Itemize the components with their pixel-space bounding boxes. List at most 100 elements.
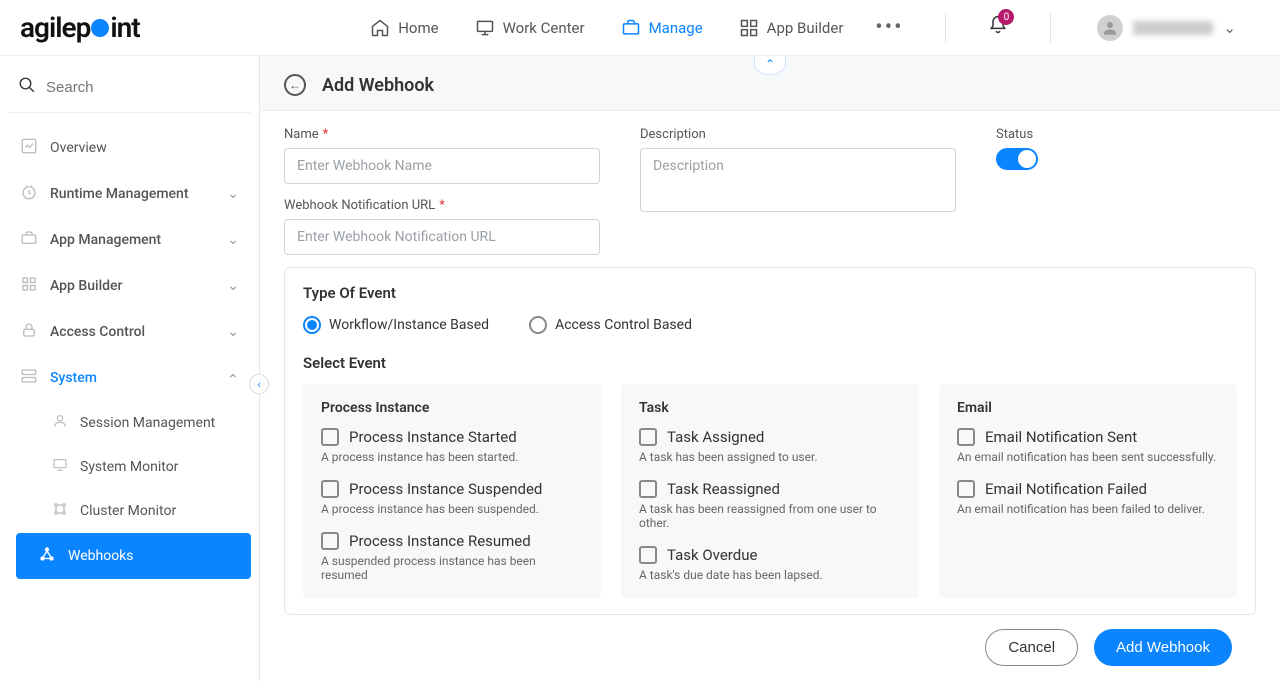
logo: agilepint	[20, 11, 140, 44]
sidebar-item-cluster[interactable]: Cluster Monitor	[40, 489, 251, 533]
radio-icon	[529, 316, 547, 334]
sidebar-search[interactable]	[8, 66, 251, 113]
event-desc: A process instance has been started.	[321, 450, 583, 464]
chevron-down-icon: ⌄	[227, 186, 239, 202]
back-button[interactable]: ←	[284, 74, 306, 96]
sidebar-item-app-management[interactable]: App Management ⌄	[8, 217, 251, 263]
grid-icon	[20, 275, 38, 297]
user-menu[interactable]: ⌄	[1093, 9, 1240, 47]
content-area: ⌃ ← Add Webhook Name* Webhook Notificati…	[260, 56, 1280, 681]
nav-app-builder[interactable]: App Builder	[735, 12, 848, 44]
nav-work-center[interactable]: Work Center	[471, 12, 589, 44]
cancel-button[interactable]: Cancel	[985, 629, 1078, 666]
event-item: Task Reassigned A task has been reassign…	[639, 480, 901, 530]
sidebar-item-overview[interactable]: Overview	[8, 125, 251, 171]
nav-label: Work Center	[503, 19, 585, 37]
chevron-down-icon: ⌄	[227, 278, 239, 294]
status-toggle[interactable]	[996, 148, 1038, 170]
name-input[interactable]	[284, 148, 600, 184]
description-input[interactable]	[640, 148, 956, 212]
checkbox[interactable]	[321, 428, 339, 446]
sidebar-label: Cluster Monitor	[80, 503, 176, 519]
arrow-left-icon: ←	[289, 78, 301, 92]
checkbox[interactable]	[639, 480, 657, 498]
event-desc: A process instance has been suspended.	[321, 502, 583, 516]
server-icon	[20, 367, 38, 389]
briefcase-icon	[621, 18, 641, 38]
event-item: Email Notification Sent An email notific…	[957, 428, 1219, 464]
event-desc: A task has been assigned to user.	[639, 450, 901, 464]
chevron-up-icon: ⌃	[765, 57, 775, 71]
sidebar-label: System Monitor	[80, 459, 178, 475]
home-icon	[370, 18, 390, 38]
nav-label: Manage	[649, 19, 703, 37]
nav-label: App Builder	[767, 19, 844, 37]
checkbox[interactable]	[957, 480, 975, 498]
event-label: Task Overdue	[667, 546, 757, 564]
radio-workflow[interactable]: Workflow/Instance Based	[303, 316, 489, 334]
nav-manage[interactable]: Manage	[617, 12, 707, 44]
sidebar-item-app-builder[interactable]: App Builder ⌄	[8, 263, 251, 309]
checkbox[interactable]	[639, 428, 657, 446]
event-col-title: Email	[957, 400, 1219, 416]
radio-access-control[interactable]: Access Control Based	[529, 316, 692, 334]
user-icon	[52, 413, 68, 433]
nav-more[interactable]: •••	[875, 12, 903, 44]
monitor-icon	[52, 457, 68, 477]
desc-label: Description	[640, 127, 956, 142]
sidebar-label: Runtime Management	[50, 186, 189, 202]
nav-home[interactable]: Home	[366, 12, 442, 44]
page-title: Add Webhook	[322, 75, 434, 96]
select-event-label: Select Event	[303, 354, 1237, 372]
sidebar-label: Session Management	[80, 415, 215, 431]
event-col-title: Process Instance	[321, 400, 583, 416]
sidebar-item-access-control[interactable]: Access Control ⌄	[8, 309, 251, 355]
sidebar-item-webhooks[interactable]: Webhooks	[16, 533, 251, 579]
collapse-sidebar-button[interactable]: ‹	[249, 374, 269, 394]
chevron-down-icon: ⌄	[227, 232, 239, 248]
sidebar: Overview Runtime Management ⌄ App Manage…	[0, 56, 260, 681]
event-desc: A suspended process instance has been re…	[321, 554, 583, 582]
checkbox[interactable]	[639, 546, 657, 564]
nav-label: Home	[398, 19, 438, 37]
separator	[1050, 13, 1051, 43]
event-item: Process Instance Resumed A suspended pro…	[321, 532, 583, 582]
sidebar-item-runtime[interactable]: Runtime Management ⌄	[8, 171, 251, 217]
search-input[interactable]	[46, 79, 245, 96]
sidebar-item-session[interactable]: Session Management	[40, 401, 251, 445]
checkbox[interactable]	[957, 428, 975, 446]
checkbox[interactable]	[321, 532, 339, 550]
lock-icon	[20, 321, 38, 343]
event-col-task: Task Task Assigned A task has been assig…	[621, 384, 919, 598]
event-label: Process Instance Resumed	[349, 532, 531, 550]
chevron-up-icon: ⌄	[227, 370, 239, 386]
event-label: Email Notification Sent	[985, 428, 1137, 446]
event-col-process: Process Instance Process Instance Starte…	[303, 384, 601, 598]
sidebar-item-system[interactable]: System ⌄	[8, 355, 251, 401]
chevron-down-icon: ⌄	[1223, 19, 1236, 37]
form: Name* Webhook Notification URL* Descript…	[260, 111, 1280, 681]
webhook-icon	[38, 545, 56, 567]
add-webhook-button[interactable]: Add Webhook	[1094, 629, 1232, 666]
separator	[945, 13, 946, 43]
name-label: Name*	[284, 127, 600, 142]
event-col-title: Task	[639, 400, 901, 416]
url-input[interactable]	[284, 219, 600, 255]
user-name	[1133, 21, 1213, 35]
top-nav: Home Work Center Manage App Builder •••	[366, 9, 1240, 47]
notifications-button[interactable]: 0	[988, 15, 1008, 40]
sidebar-label: App Management	[50, 232, 161, 248]
checkbox[interactable]	[321, 480, 339, 498]
radio-label: Access Control Based	[555, 317, 692, 333]
event-grid: Process Instance Process Instance Starte…	[303, 384, 1237, 598]
event-desc: An email notification has been failed to…	[957, 502, 1219, 516]
avatar-icon	[1097, 15, 1123, 41]
system-submenu: Session Management System Monitor Cluste…	[8, 401, 251, 579]
event-item: Process Instance Suspended A process ins…	[321, 480, 583, 516]
footer-actions: Cancel Add Webhook	[284, 615, 1256, 666]
notification-badge: 0	[998, 9, 1014, 25]
sidebar-item-sysmon[interactable]: System Monitor	[40, 445, 251, 489]
sidebar-label: Access Control	[50, 324, 145, 340]
chevron-down-icon: ⌄	[227, 324, 239, 340]
radio-icon	[303, 316, 321, 334]
